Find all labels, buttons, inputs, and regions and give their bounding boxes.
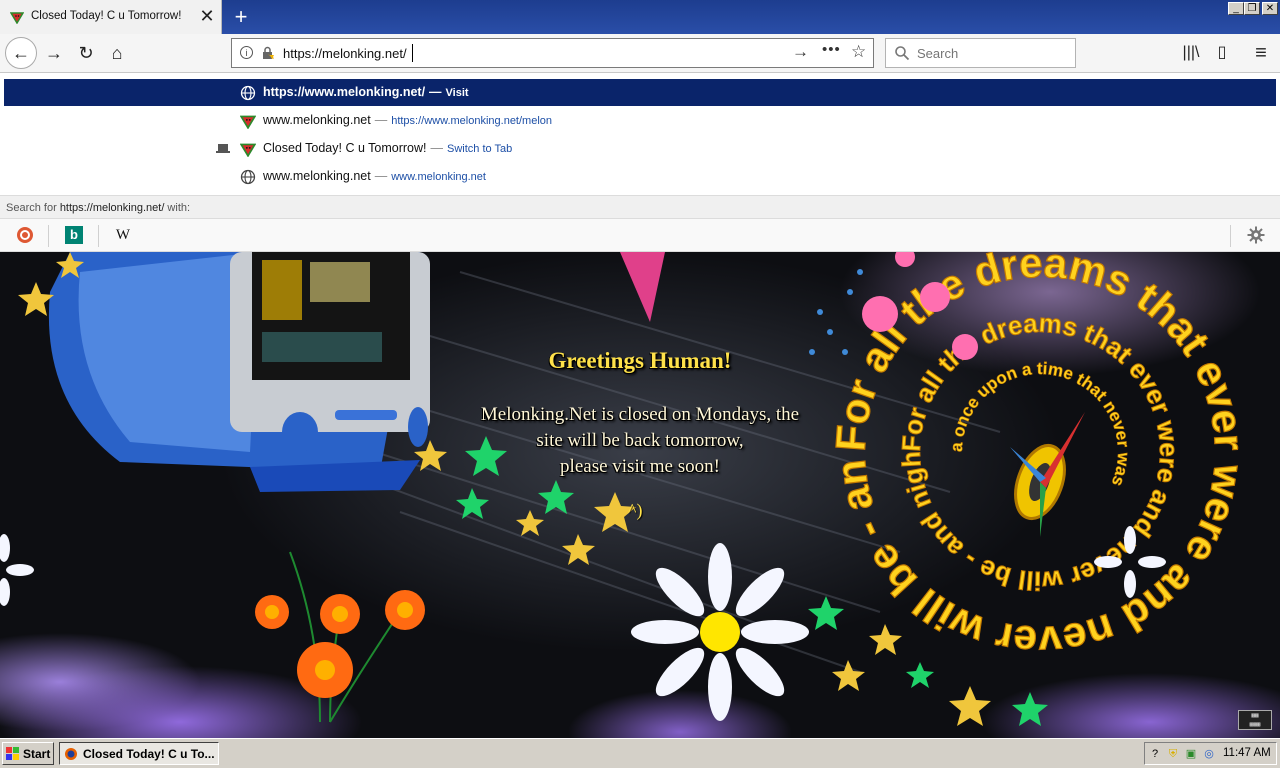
search-icon [895,46,910,61]
help-icon[interactable]: ? [1148,747,1162,761]
taskbar: Start Closed Today! C u To... ? ⛨ ▣ ◎ 11… [0,738,1280,768]
search-with-prefix: Search for [6,202,60,214]
autocomplete-action: Switch to Tab [447,143,513,155]
autocomplete-action: www.melonking.net [391,171,486,183]
autocomplete-row[interactable]: Closed Today! C u Tomorrow! — Switch to Ta… [4,135,1276,162]
daisy-large-decoration [631,543,809,721]
new-tab-button[interactable]: + [228,4,254,30]
start-label: Start [23,747,51,761]
separator: — [374,169,388,183]
clock[interactable]: 11:47 AM [1223,747,1271,759]
watermelon-icon [10,12,24,24]
watermelon-icon [240,115,256,129]
back-button[interactable]: ← [5,37,37,69]
system-tray: ? ⛨ ▣ ◎ 11:47 AM [1144,742,1277,765]
network-icon[interactable]: ▣ [1184,747,1198,761]
windows-logo-icon [6,747,19,760]
bing-icon[interactable]: b [65,226,83,244]
home-button[interactable]: ⌂ [103,39,131,67]
separator: — [430,141,444,155]
emote-text: ^) [628,500,643,520]
globe-tray-icon[interactable]: ◎ [1202,747,1216,761]
window-close-button[interactable]: ✕ [1262,2,1278,15]
search-with-query: https://melonking.net/ [59,202,165,214]
start-button[interactable]: Start [2,742,54,765]
shield-icon[interactable]: ⛨ [1166,747,1180,761]
info-icon[interactable]: i [240,46,253,59]
search-engines-bar: b W [0,218,1280,252]
tab-close-icon[interactable]: ✕ [198,7,216,25]
message-line: Melonking.Net is closed on Mondays, the [480,404,800,425]
background-art: For all the dreams that ever were and ne… [0,252,1254,726]
autocomplete-title: Closed Today! C u Tomorrow! [263,141,427,155]
message-line: site will be back tomorrow, [536,430,744,451]
autocomplete-title: www.melonking.net [263,113,371,127]
blue-pixel-plant [809,269,863,355]
tab-active[interactable]: Closed Today! C u Tomorrow! ✕ [0,0,222,34]
search-with-suffix: with: [164,202,191,214]
autocomplete-row[interactable]: https://www.melonking.net/— Visit [4,79,1276,106]
orange-poppies-decoration [255,551,425,723]
firefox-icon [65,748,77,760]
engine-divider [48,225,49,247]
taskbar-window-button[interactable]: Closed Today! C u To... [59,742,219,765]
imac-illustration [48,252,430,492]
pink-cone-decoration [620,252,665,322]
separator: — [374,113,388,127]
search-box[interactable] [885,38,1076,68]
tab-strip: Closed Today! C u Tomorrow! ✕ + _ ❐ ✕ [0,0,1280,34]
autocomplete-row[interactable]: www.melonking.net — www.melonking.net [4,163,1276,190]
corner-badge-icon[interactable]: ▦▦ ▦▦▦ [1238,710,1272,730]
gear-icon[interactable] [1247,226,1265,244]
sidebar-icon[interactable]: ▯ [1211,42,1233,64]
wikipedia-icon[interactable]: W [114,226,132,244]
watermelon-icon [240,143,256,157]
bookmark-star-icon[interactable]: ☆ [851,42,866,62]
separator: — [429,85,442,99]
nav-bar: ← → ↻ ⌂ i https://melonking.net/ → ••• ☆… [0,34,1280,72]
autocomplete-action: Visit [445,87,469,99]
go-arrow-icon[interactable]: → [792,42,809,62]
engine-divider [1230,225,1231,247]
autocomplete-row[interactable]: www.melonking.net — https://www.melonking.… [4,107,1276,134]
url-text[interactable]: https://melonking.net/ [283,46,407,61]
reload-button[interactable]: ↻ [72,39,100,67]
page-actions-icon[interactable]: ••• [822,41,841,58]
library-icon[interactable]: |||\ [1180,42,1202,64]
daisy-edge-decoration [0,534,34,606]
duckduckgo-icon[interactable] [16,226,34,244]
engine-divider [98,225,99,247]
forward-button[interactable]: → [40,39,68,67]
minimize-button[interactable]: _ [1228,2,1244,15]
search-with-bar: Search for https://melonking.net/ with: [0,195,1280,220]
globe-icon [240,169,256,185]
url-bar[interactable]: i https://melonking.net/ → ••• ☆ [231,38,874,68]
autocomplete-action: https://www.melonking.net/melon [391,115,553,127]
tab-title: Closed Today! C u Tomorrow! [31,10,182,22]
autocomplete-title: www.melonking.net [263,169,371,183]
closed-message: Melonking.Net is closed on Mondays, the … [440,402,840,480]
restore-button[interactable]: ❐ [1244,2,1260,15]
taskbar-window-title: Closed Today! C u To... [83,747,215,761]
globe-icon [240,85,256,101]
menu-icon[interactable]: ≡ [1250,42,1272,64]
text-cursor [412,44,413,62]
search-input[interactable] [917,44,1067,62]
page-heading: Greetings Human! [548,348,732,373]
message-line: please visit me soon! [560,456,720,477]
compass-icon [1010,412,1085,537]
autocomplete-title: https://www.melonking.net/ [263,85,426,99]
tab-indicator-icon [216,144,230,153]
insecure-lock-icon[interactable] [261,46,275,60]
autocomplete-popup: https://www.melonking.net/— Visit www.mel… [0,72,1280,220]
page-content: For all the dreams that ever were and ne… [0,252,1280,738]
